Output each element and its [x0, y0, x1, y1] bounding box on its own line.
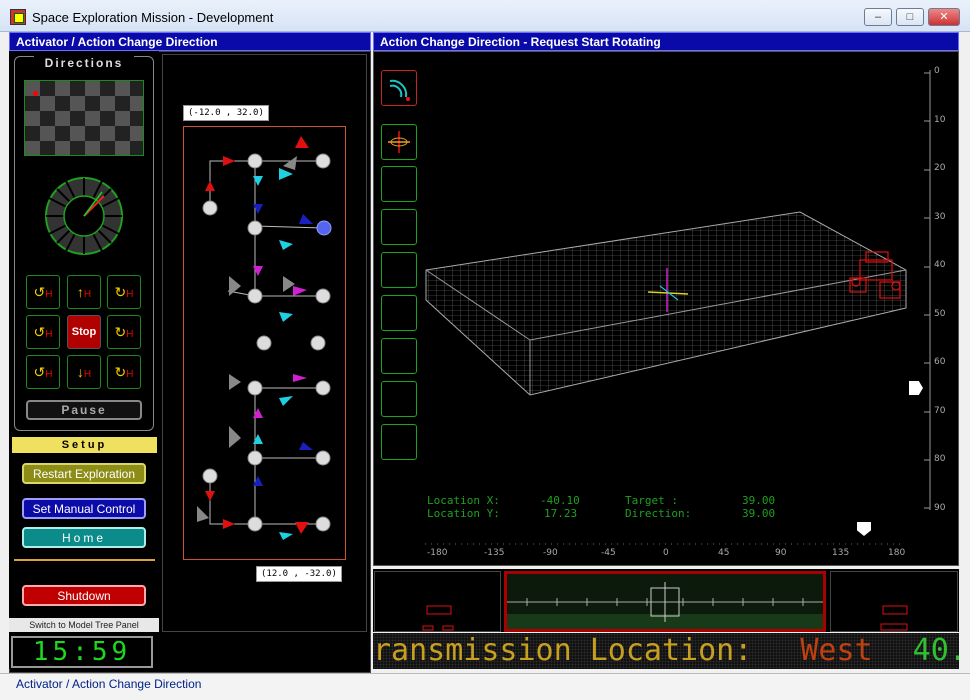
- v-tick: 30: [934, 212, 946, 222]
- rotate-left-north-button[interactable]: ↺H: [26, 275, 60, 309]
- rotate-left-button[interactable]: ↺H: [26, 315, 60, 349]
- compass-dial[interactable]: [44, 176, 124, 256]
- terrain-wireframe: [425, 211, 907, 396]
- h-tick: 90: [775, 548, 787, 558]
- h-tick: -180: [427, 548, 448, 558]
- rotate-right-south-button[interactable]: ↻H: [107, 355, 141, 389]
- pause-button[interactable]: Pause: [26, 400, 142, 420]
- home-button[interactable]: Home: [22, 527, 146, 548]
- rotate-right-north-button[interactable]: ↻H: [107, 275, 141, 309]
- maximize-button[interactable]: □: [896, 8, 924, 26]
- move-north-button[interactable]: ↑H: [67, 275, 101, 309]
- marquee-direction: West: [800, 633, 873, 668]
- rotate-left-south-button[interactable]: ↺H: [26, 355, 60, 389]
- v-tick: 70: [934, 406, 946, 416]
- close-button[interactable]: ✕: [928, 8, 960, 26]
- right-camera-view[interactable]: [830, 571, 958, 632]
- h-tick: -135: [484, 548, 505, 558]
- v-tick: 20: [934, 163, 946, 173]
- rotate-right-button[interactable]: ↻H: [107, 315, 141, 349]
- left-panel-header: Activator / Action Change Direction: [9, 32, 371, 51]
- empty-slot[interactable]: [381, 338, 417, 374]
- v-tick: 10: [934, 115, 946, 125]
- setup-label: Setup: [12, 437, 157, 453]
- shutdown-button[interactable]: Shutdown: [22, 585, 146, 606]
- empty-slot[interactable]: [381, 166, 417, 202]
- move-south-button[interactable]: ↓H: [67, 355, 101, 389]
- target-icon: [388, 131, 410, 153]
- target-label: Target :: [625, 494, 678, 507]
- signal-icon: [389, 79, 410, 101]
- switch-panel-link[interactable]: Switch to Model Tree Panel: [9, 618, 159, 632]
- target-value: 39.00: [742, 494, 776, 507]
- h-tick: -90: [543, 548, 558, 558]
- set-manual-control-button[interactable]: Set Manual Control: [22, 498, 146, 519]
- rover-side-icon: [422, 605, 454, 631]
- left-camera-view[interactable]: [374, 571, 501, 632]
- signal-button[interactable]: [381, 70, 417, 106]
- h-tick: 0: [663, 548, 669, 558]
- right-panel-header: Action Change Direction - Request Start …: [373, 32, 959, 51]
- vertical-scale: [924, 70, 931, 510]
- window-title: Space Exploration Mission - Development: [32, 10, 274, 25]
- location-y-value: 17.23: [544, 507, 578, 520]
- empty-slot[interactable]: [381, 295, 417, 331]
- stop-button[interactable]: Stop: [67, 315, 101, 349]
- empty-slot[interactable]: [381, 381, 417, 417]
- v-tick: 0: [934, 66, 940, 76]
- empty-slot[interactable]: [381, 252, 417, 288]
- v-tick: 50: [934, 309, 946, 319]
- horizon-gauge[interactable]: [504, 571, 826, 632]
- digital-clock: 15:59: [11, 636, 153, 668]
- h-tick: 45: [718, 548, 730, 558]
- directions-title: Directions: [34, 56, 134, 70]
- h-tick: -45: [601, 548, 616, 558]
- position-marker: [33, 91, 38, 96]
- empty-slot[interactable]: [381, 424, 417, 460]
- restart-exploration-button[interactable]: Restart Exploration: [22, 463, 146, 484]
- location-x-value: -40.10: [540, 494, 580, 507]
- status-text: Activator / Action Change Direction: [16, 677, 202, 691]
- empty-slot[interactable]: [381, 209, 417, 245]
- direction-label: Direction:: [625, 507, 692, 520]
- marquee-label: ransmission Location:: [373, 633, 753, 668]
- model-tree-diagram[interactable]: [183, 126, 346, 560]
- target-button[interactable]: [381, 124, 417, 160]
- v-tick: 80: [934, 454, 946, 464]
- location-y-label: Location Y:: [427, 507, 500, 520]
- rover-rear-icon: [880, 605, 908, 631]
- horizon-gauge-drawing: [507, 582, 823, 629]
- location-x-label: Location X:: [427, 494, 500, 507]
- divider: [14, 559, 155, 561]
- position-grid[interactable]: [24, 80, 144, 156]
- led-marquee: ransmission Location: West 40.10: [373, 633, 959, 669]
- app-icon: [10, 9, 26, 25]
- v-tick: 60: [934, 357, 946, 367]
- coord-label-bottom: (12.0 , -32.0): [256, 566, 342, 582]
- coord-label-top: (-12.0 , 32.0): [183, 105, 269, 121]
- minimize-button[interactable]: –: [864, 8, 892, 26]
- v-tick: 40: [934, 260, 946, 270]
- v-tick: 90: [934, 503, 946, 513]
- direction-value: 39.00: [742, 507, 776, 520]
- h-tick: 135: [832, 548, 850, 558]
- h-tick: 180: [888, 548, 906, 558]
- marquee-value: 40.10: [912, 633, 959, 668]
